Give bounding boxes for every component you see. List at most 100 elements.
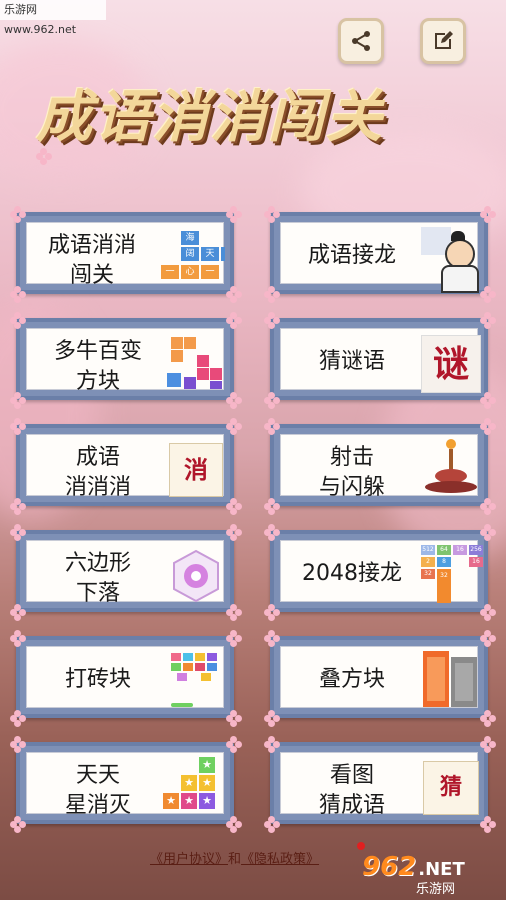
- card-panel: 打砖块: [26, 646, 224, 708]
- grid-cell: 一: [161, 265, 179, 279]
- card-title-line2: 下落: [75, 581, 120, 606]
- game-card-chengyu-jielong[interactable]: 成语接龙: [270, 212, 488, 294]
- card-title-line1: 多牛百变: [53, 339, 142, 364]
- card-title-line1: 成语: [75, 445, 120, 470]
- card-title-line1: 看图: [329, 763, 374, 788]
- card-title: 2048接龙: [302, 561, 402, 586]
- grid-cell: 一: [201, 265, 219, 279]
- tile-2048: 16: [469, 557, 483, 567]
- privacy-policy-link[interactable]: 《隐私政策》: [241, 852, 319, 867]
- thumb-blocks: [167, 337, 227, 389]
- footer-conjunction: 和: [228, 852, 242, 867]
- tile-2048: 32: [421, 569, 435, 579]
- game-card-tiantian-xingxiaomie[interactable]: 天天 星消灭 ★ ★ ★ ★ ★ ★: [16, 742, 234, 824]
- card-title: 成语 消消消: [33, 443, 163, 503]
- blossom-icon: [480, 286, 496, 303]
- card-panel: 成语接龙: [280, 222, 479, 293]
- cai-character: 猜: [439, 775, 462, 800]
- card-panel: 成语消消 闯关 海 阔 天 一 心 一: [26, 222, 225, 288]
- blossom-icon: [226, 392, 242, 409]
- card-title-line1: 成语消消: [47, 233, 136, 258]
- game-card-chengyu-xiaoxiaoxiao[interactable]: 成语 消消消 消: [16, 424, 234, 506]
- thumb-bricks: [171, 653, 227, 709]
- blossom-icon: [264, 286, 280, 303]
- card-panel: 多牛百变 方块: [26, 328, 227, 394]
- blossom-icon: [480, 206, 496, 223]
- card-title: 射击 与闪躲: [289, 443, 415, 503]
- thumb-xiao-tile: 消: [169, 443, 223, 497]
- card-panel: 叠方块: [280, 646, 478, 708]
- blossom-icon: [480, 630, 496, 647]
- game-card-sheji-yu-shanduo[interactable]: 射击 与闪躲: [270, 424, 488, 506]
- thumb-2048-tiles: 512 2 32 64 8 32 16 256 16: [421, 545, 483, 605]
- game-card-kantu-cai-chengyu[interactable]: 看图 猜成语 猜: [270, 742, 488, 824]
- game-card-dazhuankuai[interactable]: 打砖块: [16, 636, 234, 718]
- blossom-icon: [226, 710, 242, 727]
- card-title: 打砖块: [64, 667, 131, 692]
- card-title-line1: 六边形: [64, 551, 131, 576]
- blossom-icon: [10, 524, 26, 541]
- thumb-cannon: [421, 439, 481, 499]
- game-card-chengyu-xiaoxiao-chuangguan[interactable]: 成语消消 闯关 海 阔 天 一 心 一: [16, 212, 234, 294]
- thumb-word-grid: 海 阔 天 一 心 一: [159, 229, 225, 285]
- riddle-character: 谜: [432, 343, 469, 385]
- thumb-body: [441, 265, 479, 293]
- blossom-icon: [226, 524, 242, 541]
- card-title: 看图 猜成语: [287, 761, 417, 821]
- notification-dot: [357, 842, 365, 850]
- star-icon: ★: [181, 793, 197, 809]
- brand-logo-number: 962: [362, 852, 417, 882]
- blossom-icon: [480, 312, 496, 329]
- blossom-icon: [264, 498, 280, 515]
- blossom-icon: [264, 206, 280, 223]
- card-title-line2: 消消消: [64, 475, 131, 500]
- blossom-icon: [264, 604, 280, 621]
- blossom-icon: [480, 524, 496, 541]
- blossom-icon: [10, 312, 26, 329]
- thumb-stack-blocks: [421, 651, 481, 711]
- grid-cell: 心: [181, 265, 199, 279]
- tile-2048: 64: [437, 545, 451, 555]
- grid-cell: 阔: [181, 247, 199, 261]
- blossom-icon: [264, 392, 280, 409]
- thumb-hair: [451, 231, 465, 241]
- card-title: 叠方块: [318, 667, 385, 692]
- grid-cell: 天: [201, 247, 219, 261]
- blossom-icon: [480, 392, 496, 409]
- star-icon: ★: [199, 757, 215, 773]
- card-title-line2: 猜成语: [318, 793, 385, 818]
- thumb-riddle: 谜: [421, 335, 481, 393]
- blossom-icon: [10, 604, 26, 621]
- game-card-duoniu-baibian-fangkuai[interactable]: 多牛百变 方块: [16, 318, 234, 400]
- game-card-liubianxing-xialuo[interactable]: 六边形 下落: [16, 530, 234, 612]
- game-card-caimiyu[interactable]: 猜谜语 谜: [270, 318, 488, 400]
- blossom-icon: [264, 816, 280, 833]
- card-title-line2: 与闪躲: [318, 475, 385, 500]
- game-card-2048-jielong[interactable]: 2048接龙 512 2 32 64 8 32 16 256 16: [270, 530, 488, 612]
- tile-2048: 8: [437, 557, 451, 567]
- blossom-icon: [10, 816, 26, 833]
- star-icon: ★: [199, 793, 215, 809]
- card-title-line2: 方块: [75, 369, 120, 394]
- brand-logo: 962 .NET 乐游网: [362, 852, 500, 898]
- user-agreement-link[interactable]: 《用户协议》: [150, 852, 228, 867]
- blossom-icon: [10, 418, 26, 435]
- blossom-icon: [480, 816, 496, 833]
- card-panel: 天天 星消灭 ★ ★ ★ ★ ★ ★: [26, 752, 224, 818]
- card-panel: 六边形 下落: [26, 540, 224, 606]
- card-title: 多牛百变 方块: [33, 337, 163, 397]
- share-button[interactable]: [338, 18, 384, 64]
- game-card-diefangkuai[interactable]: 叠方块: [270, 636, 488, 718]
- blossom-icon: [480, 418, 496, 435]
- card-title-line1: 天天: [75, 763, 120, 788]
- blossom-icon: [264, 736, 280, 753]
- card-panel: 猜谜语 谜: [280, 328, 481, 393]
- card-title-line1: 射击: [329, 445, 374, 470]
- edit-button[interactable]: [420, 18, 466, 64]
- blossom-icon: [264, 418, 280, 435]
- card-panel: 射击 与闪躲: [280, 434, 481, 500]
- blossom-icon: [226, 736, 242, 753]
- edit-icon: [435, 31, 453, 49]
- blossom-icon: [10, 206, 26, 223]
- blossom-icon: [264, 630, 280, 647]
